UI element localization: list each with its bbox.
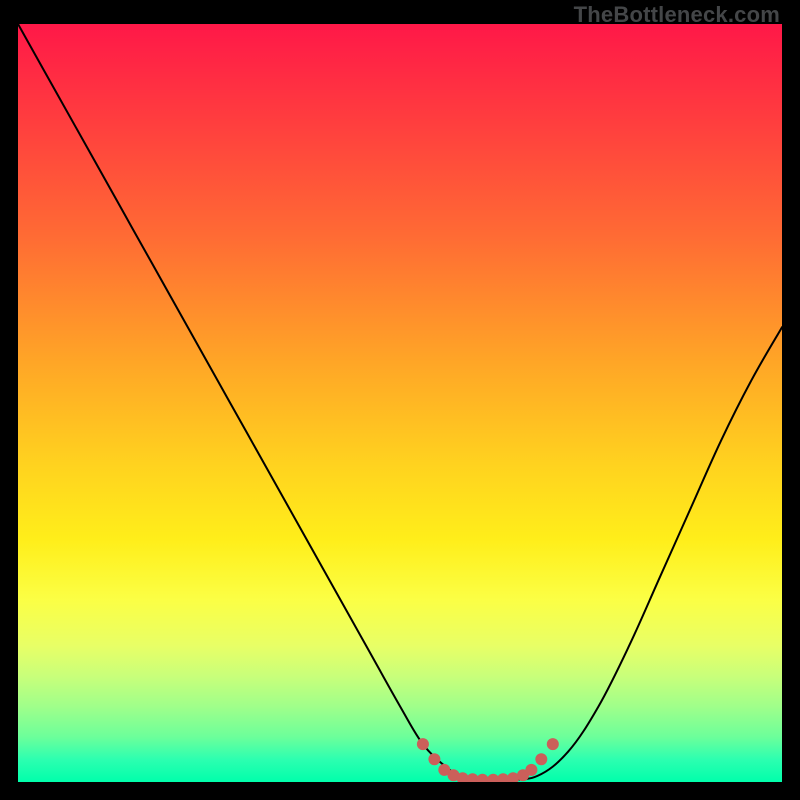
plot-area (18, 24, 782, 782)
chart-frame: TheBottleneck.com (0, 0, 800, 800)
marker-dot (428, 753, 440, 765)
marker-dot (477, 774, 489, 782)
marker-dot (417, 738, 429, 750)
marker-dot (525, 764, 537, 776)
curve-svg (18, 24, 782, 782)
marker-dot (535, 753, 547, 765)
marker-dot (547, 738, 559, 750)
bottleneck-curve (18, 24, 782, 780)
